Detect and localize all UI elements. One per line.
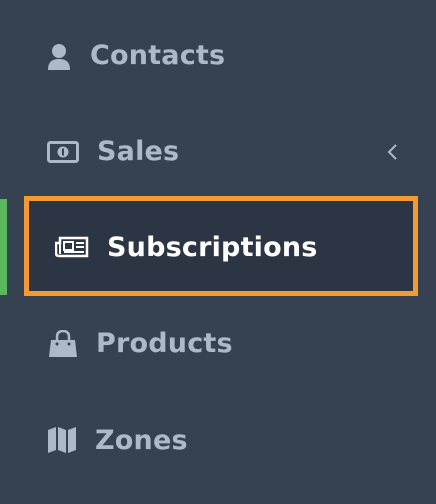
sidebar-item-products[interactable]: Products <box>0 296 436 392</box>
shopping-bag-icon <box>47 329 79 359</box>
sidebar-nav: Contacts Sales Subscriptions Products Zo… <box>0 0 436 504</box>
chevron-left-icon[interactable] <box>384 142 400 162</box>
sidebar-item-label: Contacts <box>90 40 226 71</box>
sidebar-item-label: Sales <box>97 136 180 167</box>
user-icon <box>46 42 72 72</box>
sidebar-item-subscriptions[interactable]: Subscriptions <box>0 199 436 295</box>
newspaper-icon <box>55 235 89 259</box>
map-icon <box>46 426 78 454</box>
sidebar-item-label: Products <box>96 328 233 359</box>
sidebar-item-zones[interactable]: Zones <box>0 392 436 488</box>
sidebar-item-label: Subscriptions <box>107 232 318 263</box>
sidebar-item-label: Zones <box>95 425 188 456</box>
sidebar-item-sales[interactable]: Sales <box>0 104 436 200</box>
sidebar-item-contacts[interactable]: Contacts <box>0 8 436 104</box>
money-icon <box>47 140 79 164</box>
